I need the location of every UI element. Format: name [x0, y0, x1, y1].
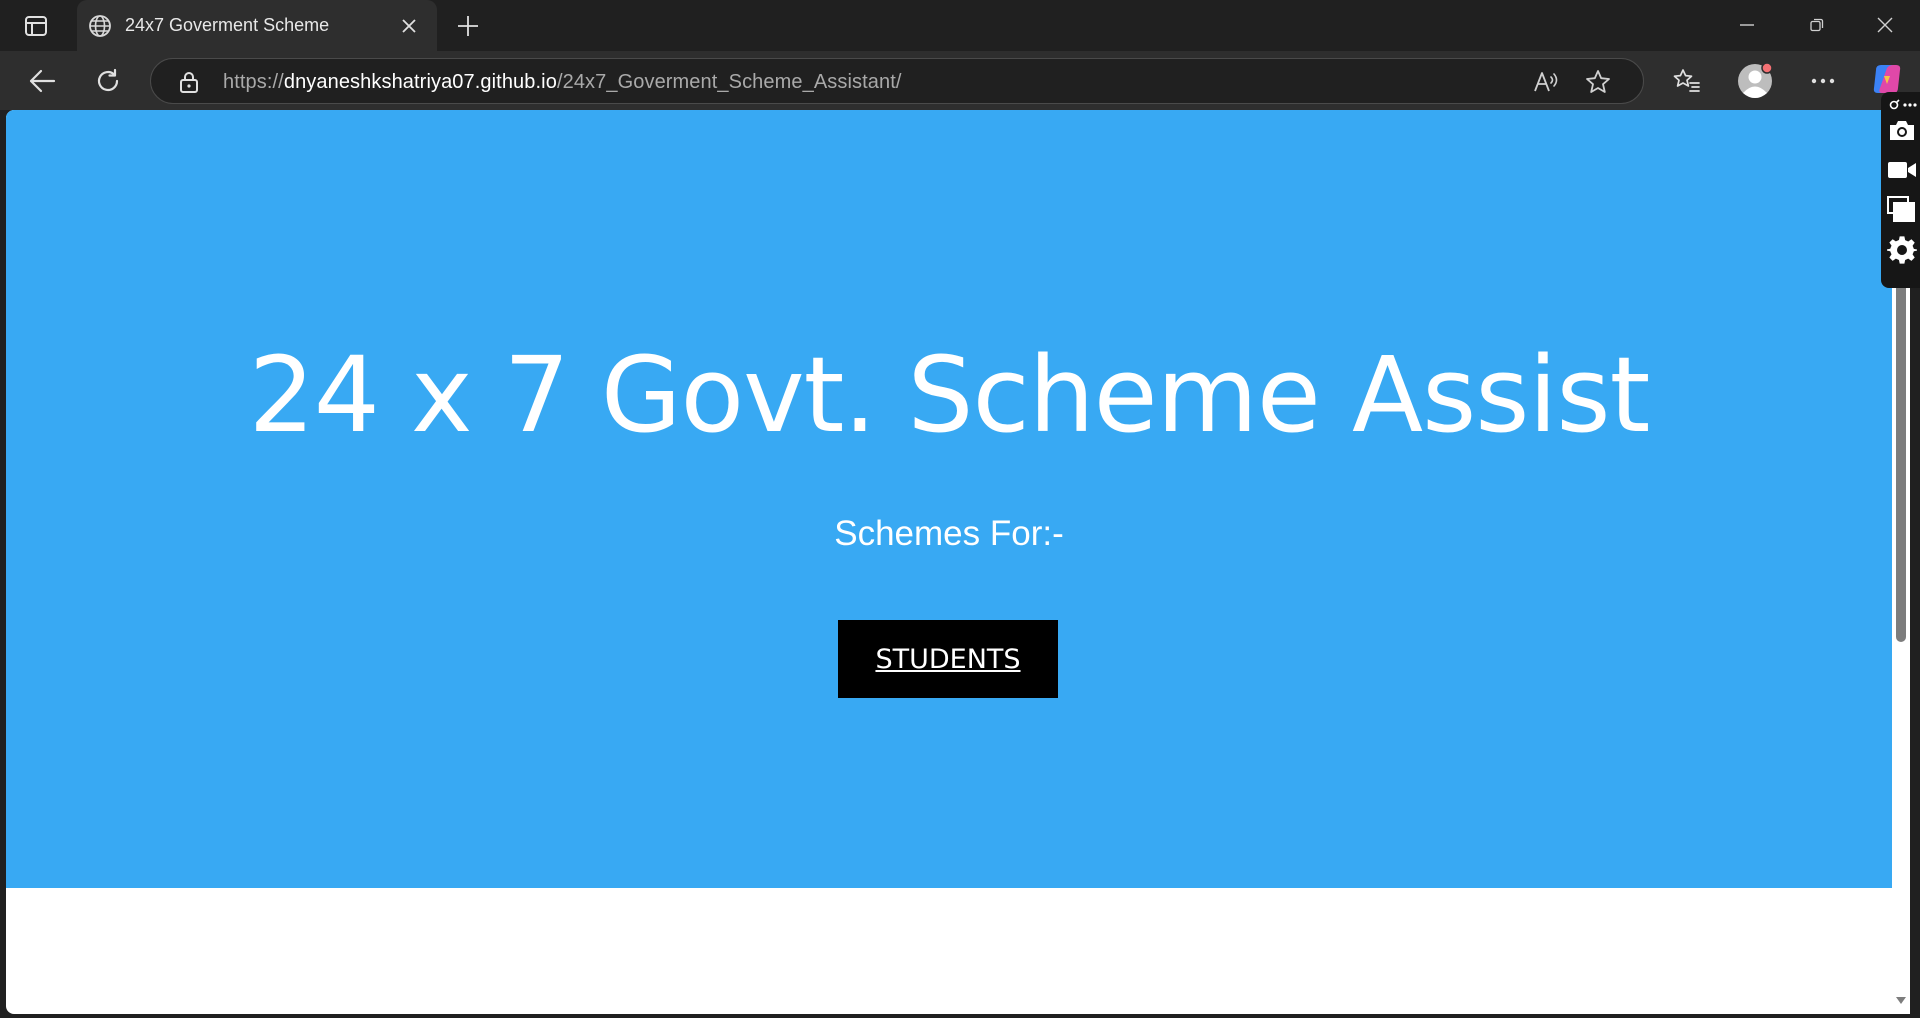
refresh-button[interactable]	[88, 61, 128, 101]
settings-button[interactable]	[1886, 234, 1918, 266]
scrollbar-thumb[interactable]	[1896, 280, 1906, 642]
refresh-icon	[97, 68, 119, 92]
read-aloud-icon	[1534, 72, 1558, 92]
minimize-button[interactable]	[1725, 8, 1769, 42]
url-host: dnyaneshkshatriya07.github.io	[283, 71, 557, 93]
active-tab[interactable]: 24x7 Goverment Scheme	[77, 0, 437, 51]
more-icon	[1811, 78, 1835, 84]
globe-icon	[89, 15, 111, 37]
url-text[interactable]: https://dnyaneshkshatriya07.github.io/24…	[223, 71, 902, 94]
hero-section: 24 x 7 Govt. Scheme Assist Schemes For:-…	[6, 110, 1892, 888]
tab-strip: 24x7 Goverment Scheme	[0, 0, 1920, 51]
favorites-button[interactable]	[1667, 61, 1707, 101]
page-title: 24 x 7 Govt. Scheme Assist	[248, 334, 1651, 456]
gear-icon	[1887, 236, 1917, 264]
pin-more-icon[interactable]	[1889, 98, 1917, 112]
capture-toolbar	[1881, 92, 1920, 288]
avatar	[1738, 62, 1773, 98]
new-tab-button[interactable]	[452, 10, 484, 42]
close-icon	[402, 19, 416, 33]
profile-button[interactable]	[1735, 61, 1775, 101]
scroll-down-arrow-icon[interactable]	[1895, 994, 1907, 1006]
favorite-button[interactable]	[1583, 67, 1613, 97]
window-close-button[interactable]	[1863, 8, 1907, 42]
address-bar[interactable]: https://dnyaneshkshatriya07.github.io/24…	[150, 58, 1644, 104]
star-icon	[1586, 70, 1610, 93]
read-aloud-button[interactable]	[1531, 67, 1561, 97]
students-button[interactable]: STUDENTS	[838, 620, 1058, 698]
copilot-icon	[1873, 65, 1901, 93]
page-subtitle: Schemes For:-	[834, 514, 1064, 553]
video-camera-icon	[1888, 162, 1916, 178]
arrow-left-icon	[29, 69, 56, 93]
tab-actions-icon	[25, 16, 47, 36]
multi-window-button[interactable]	[1886, 194, 1918, 226]
lock-icon[interactable]	[177, 70, 201, 94]
close-icon	[1877, 17, 1893, 33]
tab-actions-button[interactable]	[18, 11, 54, 41]
minimize-icon	[1740, 24, 1754, 26]
back-button[interactable]	[22, 61, 62, 101]
record-video-button[interactable]	[1886, 154, 1918, 186]
page-viewport: 24 x 7 Govt. Scheme Assist Schemes For:-…	[6, 110, 1892, 1014]
camera-icon	[1890, 121, 1914, 140]
tab-close-button[interactable]	[395, 12, 423, 40]
favorites-list-icon	[1673, 69, 1700, 92]
browser-toolbar: https://dnyaneshkshatriya07.github.io/24…	[0, 51, 1920, 110]
screenshot-button[interactable]	[1886, 114, 1918, 146]
tab-title: 24x7 Goverment Scheme	[125, 15, 330, 35]
more-options-button[interactable]	[1803, 61, 1843, 101]
url-scheme: https://	[223, 71, 284, 93]
url-path: /24x7_Goverment_Scheme_Assistant/	[556, 71, 902, 93]
restore-button[interactable]	[1795, 8, 1839, 42]
restore-icon	[1810, 18, 1824, 32]
windows-icon	[1887, 196, 1915, 222]
plus-icon	[458, 16, 478, 36]
